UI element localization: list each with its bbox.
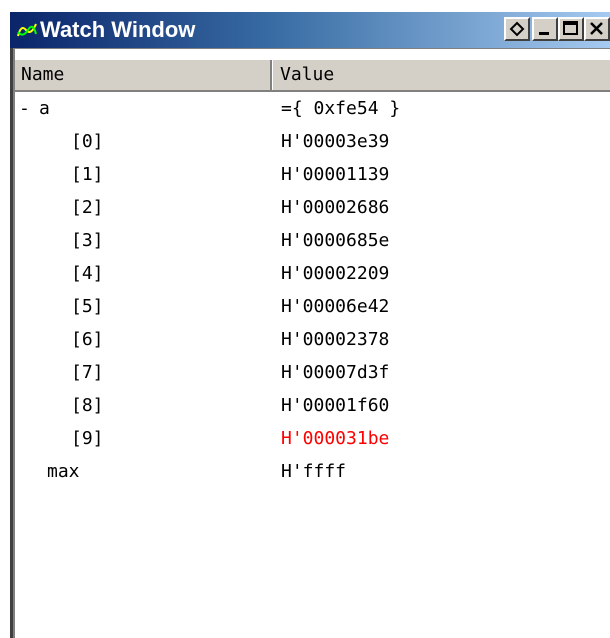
row-name: [6] bbox=[71, 329, 104, 350]
collapse-toggle[interactable]: - bbox=[19, 92, 30, 125]
row-name: a bbox=[39, 98, 50, 119]
watch-app-icon bbox=[16, 20, 38, 40]
maximize-button[interactable] bbox=[558, 17, 584, 41]
watch-row-element[interactable]: [2] H'00002686 bbox=[15, 191, 610, 224]
row-value: H'ffff bbox=[281, 461, 347, 482]
minimize-button[interactable] bbox=[532, 17, 558, 41]
row-name: [5] bbox=[71, 296, 104, 317]
minimize-icon bbox=[539, 32, 549, 35]
row-name: max bbox=[47, 461, 80, 482]
row-value: H'00001139 bbox=[281, 164, 390, 185]
close-button[interactable] bbox=[584, 17, 610, 41]
row-name: [8] bbox=[71, 395, 104, 416]
options-button[interactable] bbox=[504, 17, 530, 41]
watch-row-element[interactable]: [0] H'00003e39 bbox=[15, 125, 610, 158]
watch-window: Watch Window Name Value - a ={0xfe54} … bbox=[0, 0, 610, 638]
watch-row-element[interactable]: [6] H'00002378 bbox=[15, 323, 610, 356]
row-value: H'00003e39 bbox=[281, 131, 390, 152]
watch-row-element[interactable]: [1] H'00001139 bbox=[15, 158, 610, 191]
watch-row-element[interactable]: [4] H'00002209 bbox=[15, 257, 610, 290]
maximize-icon bbox=[563, 21, 578, 35]
row-name: [2] bbox=[71, 197, 104, 218]
row-value-changed: H'000031be bbox=[281, 428, 390, 449]
row-name: [3] bbox=[71, 230, 104, 251]
window-title: Watch Window bbox=[40, 17, 196, 42]
row-value: ={ 0xfe54 } bbox=[281, 98, 401, 119]
title-bar[interactable]: Watch Window bbox=[10, 12, 610, 49]
row-value: H'00001f60 bbox=[281, 395, 390, 416]
close-icon bbox=[590, 22, 603, 35]
row-value: H'00007d3f bbox=[281, 362, 390, 383]
options-icon bbox=[509, 21, 525, 37]
row-value: H'00006e42 bbox=[281, 296, 390, 317]
column-header-value[interactable]: Value bbox=[274, 60, 610, 90]
watch-row-element[interactable]: [5] H'00006e42 bbox=[15, 290, 610, 323]
row-name: [1] bbox=[71, 164, 104, 185]
column-header: Name Value bbox=[15, 58, 610, 92]
row-value: H'0000685e bbox=[281, 230, 390, 251]
row-name: [0] bbox=[71, 131, 104, 152]
row-value: H'00002378 bbox=[281, 329, 390, 350]
row-value: H'00002686 bbox=[281, 197, 390, 218]
watch-row-a[interactable]: - a ={ 0xfe54 } bbox=[15, 92, 610, 125]
row-name: [7] bbox=[71, 362, 104, 383]
watch-list[interactable]: Name Value - a ={ 0xfe54 } [0] H'00003e3… bbox=[15, 52, 610, 638]
watch-row-max[interactable]: max H'ffff bbox=[15, 455, 610, 488]
row-value: H'00002209 bbox=[281, 263, 390, 284]
watch-row-element[interactable]: [7] H'00007d3f bbox=[15, 356, 610, 389]
watch-row-element[interactable]: [3] H'0000685e bbox=[15, 224, 610, 257]
watch-row-element[interactable]: [9] H'000031be bbox=[15, 422, 610, 455]
row-name: [4] bbox=[71, 263, 104, 284]
row-name: [9] bbox=[71, 428, 104, 449]
watch-row-element[interactable]: [8] H'00001f60 bbox=[15, 389, 610, 422]
column-header-name[interactable]: Name bbox=[15, 60, 272, 90]
